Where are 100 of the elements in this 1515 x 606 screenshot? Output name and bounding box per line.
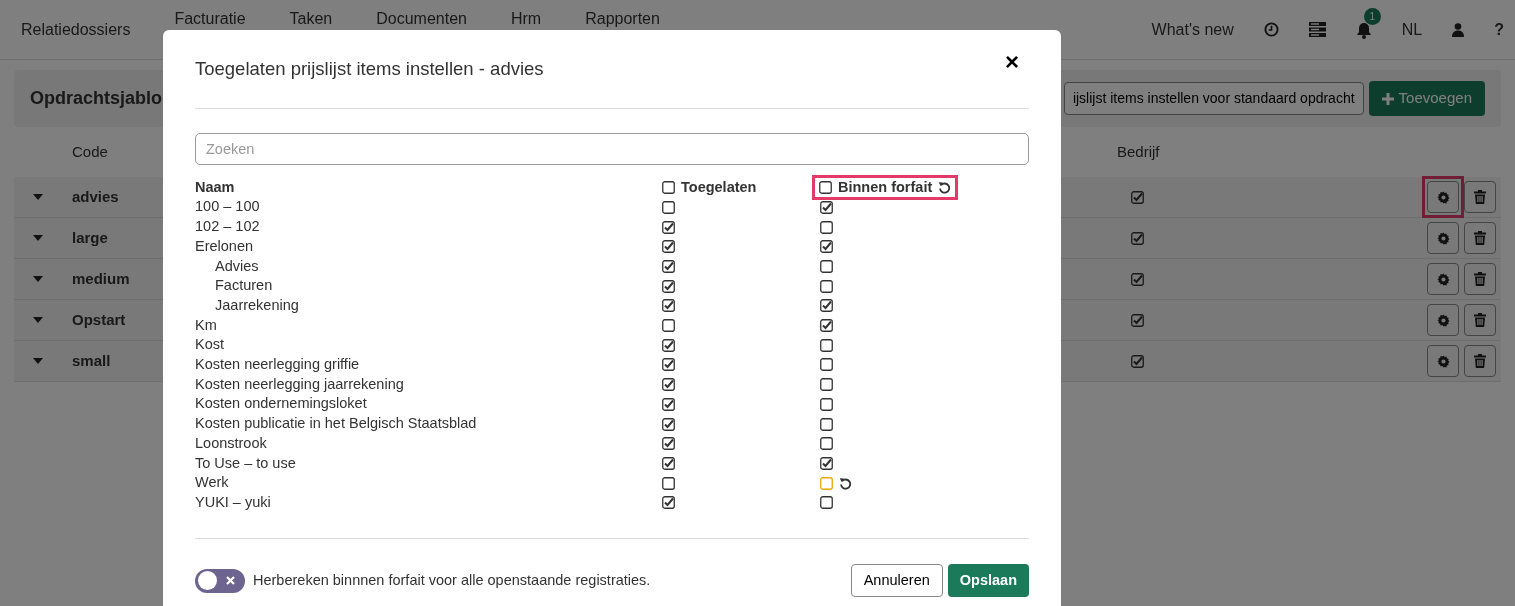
item-name: Erelonen [195, 236, 255, 256]
item-name: Kosten ondernemingsloket [195, 394, 368, 414]
checkbox[interactable] [820, 319, 833, 332]
table-cell-text: Opstart [72, 309, 126, 330]
close-button[interactable]: × [1005, 50, 1019, 74]
checkbox[interactable] [662, 496, 675, 510]
save-button[interactable]: Opslaan [947, 563, 1029, 598]
item-name: Jaarrekening [214, 295, 300, 315]
search-field[interactable]: Zoeken [195, 132, 1029, 165]
checkbox[interactable] [662, 378, 675, 392]
delete-button[interactable] [1464, 181, 1496, 213]
gear-icon [1436, 231, 1450, 245]
column-header: Bedrijf [1117, 141, 1160, 162]
item-name: To Use – to use [195, 453, 297, 473]
item-name: 100 – 100 [195, 197, 261, 217]
item-name: Advies [214, 256, 260, 276]
cross-icon [226, 576, 235, 586]
modal-title: Toegelaten prijslijst items instellen - advies [195, 57, 544, 81]
checkbox[interactable] [662, 279, 675, 293]
settings-button[interactable] [1427, 304, 1459, 336]
checkbox[interactable] [662, 417, 675, 431]
checkbox[interactable] [662, 181, 675, 195]
bell-icon[interactable] [1355, 21, 1372, 39]
checkbox[interactable] [820, 279, 833, 293]
item-name: Kost [195, 335, 225, 355]
nav-link[interactable]: Taken [289, 7, 333, 31]
checkbox[interactable] [820, 397, 833, 411]
checkbox[interactable] [662, 220, 675, 234]
checkbox[interactable] [662, 259, 675, 273]
help-link[interactable]: ? [1494, 17, 1504, 42]
trash-icon [1474, 354, 1486, 368]
caret-icon[interactable] [32, 276, 44, 282]
checkbox[interactable] [820, 437, 833, 451]
language-link[interactable]: NL [1401, 17, 1423, 42]
checkbox[interactable] [820, 220, 833, 234]
trash-icon [1474, 190, 1486, 204]
checkbox[interactable] [662, 319, 675, 332]
trash-icon [1474, 272, 1486, 286]
checkbox[interactable] [662, 456, 675, 470]
item-name: 102 – 102 [195, 217, 261, 237]
item-name: Kosten neerlegging griffie [195, 355, 361, 375]
table-cell-text: large [72, 227, 108, 248]
toggle-label: Herbereken binnnen forfait voor alle openstaande registraties. [253, 570, 651, 590]
user-icon[interactable] [1452, 22, 1465, 37]
server-icon[interactable] [1308, 22, 1326, 37]
add-button[interactable]: Toevoegen [1368, 81, 1485, 116]
checkbox[interactable] [820, 378, 833, 392]
checkbox[interactable] [820, 358, 833, 372]
checkbox[interactable] [662, 358, 675, 372]
checkbox[interactable] [819, 181, 832, 195]
checkbox[interactable] [662, 240, 675, 254]
settings-button[interactable] [1427, 345, 1459, 377]
undo-icon[interactable] [938, 181, 952, 195]
undo-icon[interactable] [839, 476, 852, 490]
checkbox[interactable] [662, 299, 675, 313]
nav-link[interactable]: Relatiedossiers [21, 17, 131, 42]
cancel-button[interactable]: Annuleren [850, 563, 943, 598]
caret-icon[interactable] [32, 317, 44, 323]
item-name: YUKI – yuki [195, 493, 272, 512]
nav-link[interactable]: Documenten [376, 7, 467, 31]
delete-button[interactable] [1464, 263, 1496, 295]
nav-link[interactable]: Facturatie [174, 7, 246, 31]
checkbox[interactable] [662, 397, 675, 411]
nav-link[interactable]: Rapporten [585, 7, 660, 31]
gear-icon [1436, 190, 1450, 204]
settings-button[interactable] [1427, 222, 1459, 254]
plus-icon [1381, 92, 1394, 105]
page-title: Opdrachtsjablo [30, 87, 163, 110]
checkbox[interactable] [662, 200, 675, 214]
checkbox[interactable] [820, 417, 833, 431]
column-header: Naam [195, 177, 236, 197]
checkbox[interactable] [820, 259, 833, 273]
checkbox[interactable] [820, 456, 833, 470]
trash-icon [1474, 231, 1486, 245]
delete-button[interactable] [1464, 222, 1496, 254]
checkbox[interactable] [820, 496, 833, 510]
clock-icon[interactable] [1263, 22, 1279, 37]
caret-icon[interactable] [32, 194, 44, 200]
column-header: Toegelaten [681, 177, 757, 197]
checkbox[interactable] [820, 240, 833, 254]
item-name: Werk [195, 473, 230, 493]
checkbox[interactable] [662, 476, 675, 490]
checkbox[interactable] [662, 437, 675, 451]
gear-icon [1436, 313, 1450, 327]
checkbox[interactable] [820, 200, 833, 214]
checkbox[interactable] [820, 299, 833, 313]
checkbox[interactable] [662, 338, 675, 352]
standard-pricelist-button[interactable]: ijslijst items instellen voor standaard opdracht [1063, 82, 1364, 115]
nav-link[interactable]: Hrm [510, 7, 542, 31]
whats-new-link[interactable]: What's new [1151, 17, 1234, 42]
toggle-switch[interactable] [195, 568, 245, 593]
item-name: Loonstrook [195, 433, 268, 453]
caret-icon[interactable] [32, 235, 44, 241]
delete-button[interactable] [1464, 304, 1496, 336]
checkbox[interactable] [820, 338, 833, 352]
checkbox[interactable] [820, 476, 833, 490]
caret-icon[interactable] [32, 358, 44, 364]
settings-button[interactable] [1427, 263, 1459, 295]
delete-button[interactable] [1464, 345, 1496, 377]
item-name: Facturen [214, 276, 274, 296]
